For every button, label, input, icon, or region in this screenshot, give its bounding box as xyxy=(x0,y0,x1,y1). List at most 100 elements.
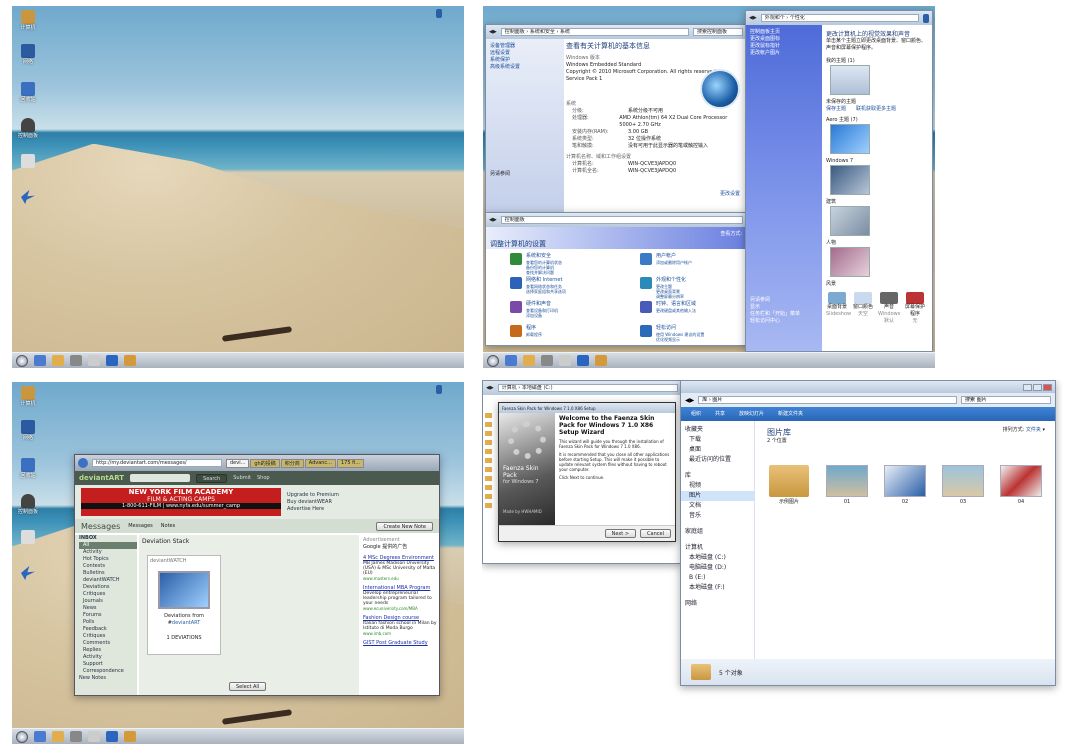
folder-icon[interactable] xyxy=(52,731,64,742)
text-ad[interactable]: Fashion Design course Italian fashion sch… xyxy=(363,615,437,636)
back-icon[interactable]: ◀▶ xyxy=(685,397,694,404)
theme-thumb-unsaved[interactable] xyxy=(830,65,870,95)
control-panel-category[interactable]: 时钟、语言和区域 更改键盘或其他输入法 xyxy=(640,301,746,325)
desktop-icon-recycle[interactable]: 控制面板 xyxy=(18,494,38,515)
desktop-icon-computer[interactable]: 网络 xyxy=(18,420,38,441)
desktop-icon-recycle[interactable]: 控制面板 xyxy=(18,118,38,139)
url-input[interactable]: http://my.deviantart.com/messages/ xyxy=(92,459,222,467)
maximize-button[interactable] xyxy=(1033,383,1042,391)
folder-item[interactable]: Hot Topics xyxy=(79,556,137,563)
see-also-link[interactable]: 任务栏和「开始」菜单 xyxy=(750,311,818,318)
folder-item[interactable]: Correspondence xyxy=(79,668,137,675)
category-links[interactable]: 更改主题 更改桌面背景 调整屏幕分辨率 xyxy=(656,284,686,299)
tab-messages[interactable]: Messages xyxy=(128,523,153,530)
image-item[interactable]: 02 xyxy=(883,465,927,506)
side-link[interactable]: 更改鼠标指针 xyxy=(750,43,818,50)
nav-item[interactable]: 视频 xyxy=(681,481,754,491)
nav-item[interactable]: 电脑磁盘 (D:) xyxy=(681,563,754,573)
nav-item[interactable]: 图片 xyxy=(681,491,754,501)
sound-icon[interactable] xyxy=(880,292,898,304)
folder-item[interactable]: News xyxy=(79,605,137,612)
address-bar[interactable]: 控制面板 › 系统和安全 › 系统 xyxy=(500,28,689,36)
control-panel-category[interactable]: 系统和安全 查看您的计算机状态 备份您的计算机 查找并解决问题 xyxy=(510,253,620,277)
address-bar[interactable]: 控制面板 xyxy=(500,216,743,224)
bird-icon[interactable] xyxy=(577,355,589,366)
control-panel-category[interactable]: 程序 卸载程序 xyxy=(510,325,620,345)
folder-item[interactable]: Activity xyxy=(79,549,137,556)
nav-shop[interactable]: Shop xyxy=(257,475,270,482)
category-title[interactable]: 外观和个性化 xyxy=(656,277,686,284)
notification-badge[interactable] xyxy=(923,13,929,23)
screensaver-icon[interactable] xyxy=(906,292,924,304)
media-icon[interactable] xyxy=(70,731,82,742)
tab-notes[interactable]: Notes xyxy=(161,523,175,530)
back-icon[interactable] xyxy=(78,458,88,468)
bird-icon[interactable] xyxy=(106,355,118,366)
category-links[interactable]: 添加或删除用户帐户 xyxy=(656,260,692,265)
image-item[interactable]: 03 xyxy=(941,465,985,506)
control-panel-category[interactable]: 外观和个性化 更改主题 更改桌面背景 调整屏幕分辨率 xyxy=(640,277,746,301)
category-title[interactable]: 网络和 Internet xyxy=(526,277,566,284)
image-item[interactable]: 01 xyxy=(825,465,869,506)
theme-thumb[interactable] xyxy=(830,206,870,236)
online-themes-link[interactable]: 联机获取更多主题 xyxy=(856,106,896,113)
organize-button[interactable]: 组织 xyxy=(691,411,701,418)
new-notes[interactable]: New Notes xyxy=(75,675,137,682)
nav-item[interactable]: 音乐 xyxy=(681,511,754,521)
search-input[interactable] xyxy=(130,474,191,482)
desktop-icon-folder[interactable]: 计算机 xyxy=(18,386,38,407)
folder-icon[interactable] xyxy=(52,355,64,366)
desktop-icon-network[interactable]: 回收站 xyxy=(18,82,38,103)
category-links[interactable]: 更改键盘或其他输入法 xyxy=(656,308,696,313)
category-links[interactable]: 卸载程序 xyxy=(526,332,542,337)
nav-item[interactable]: 下载 xyxy=(681,435,754,445)
favorites-node[interactable]: 收藏夹 xyxy=(681,425,754,435)
search-input[interactable]: 搜索控制面板 xyxy=(693,28,743,36)
back-icon[interactable]: ◀▶ xyxy=(489,29,497,35)
folder-item[interactable]: Comments xyxy=(79,640,137,647)
address-bar[interactable]: 库 › 图片 xyxy=(698,396,957,404)
folder-item[interactable]: deviantWATCH xyxy=(79,577,137,584)
control-panel-category[interactable]: 用户帐户 添加或删除用户帐户 xyxy=(640,253,746,277)
select-all-button[interactable]: Select All xyxy=(229,682,267,691)
bird-icon[interactable] xyxy=(106,731,118,742)
folder-item[interactable]: 示例图片 xyxy=(767,465,811,506)
folder-item[interactable]: Activity xyxy=(79,654,137,661)
nav-submit[interactable]: Submit xyxy=(233,475,251,482)
folder-item[interactable]: Support xyxy=(79,661,137,668)
folder-item[interactable]: Replies xyxy=(79,647,137,654)
folder-item[interactable]: Feedback xyxy=(79,626,137,633)
nav-item[interactable]: 文档 xyxy=(681,501,754,511)
new-folder-button[interactable]: 新建文件夹 xyxy=(778,411,803,418)
text-ad[interactable]: International MBA Program Develop entrepr… xyxy=(363,585,437,611)
image-item[interactable]: 04 xyxy=(999,465,1043,506)
paw-icon[interactable] xyxy=(124,355,136,366)
paw-icon[interactable] xyxy=(595,355,607,366)
desktop-icon-control[interactable] xyxy=(18,530,38,544)
minimize-button[interactable] xyxy=(1023,383,1032,391)
side-link[interactable]: 更改桌面图标 xyxy=(750,36,818,43)
ad-banner[interactable]: NEW YORK FILM ACADEMY FILM & ACTING CAMP… xyxy=(81,488,281,516)
folder-item[interactable]: Forums xyxy=(79,612,137,619)
back-icon[interactable]: ◀▶ xyxy=(486,385,494,391)
notification-badge[interactable] xyxy=(436,9,442,18)
folder-item[interactable]: Critiques xyxy=(79,591,137,598)
nav-item[interactable]: 最近访问的位置 xyxy=(681,455,754,465)
folder-item[interactable]: Bulletins xyxy=(79,570,137,577)
deviation-thumb[interactable] xyxy=(158,571,210,609)
nav-item[interactable]: 桌面 xyxy=(681,445,754,455)
side-link[interactable]: 远程设置 xyxy=(490,50,560,57)
control-panel-category[interactable]: 硬件和声音 查看设备和打印机 添加设备 xyxy=(510,301,620,325)
browser-tab[interactable]: devi... xyxy=(226,458,250,468)
category-title[interactable]: 系统和安全 xyxy=(526,253,562,260)
computer-node[interactable]: 计算机 xyxy=(681,543,754,553)
category-links[interactable]: 使用 Windows 建议的设置 优化视频显示 xyxy=(656,332,704,342)
back-icon[interactable]: ◀▶ xyxy=(489,217,497,223)
folder-item[interactable]: Polls xyxy=(79,619,137,626)
slideshow-button[interactable]: 放映幻灯片 xyxy=(739,411,764,418)
explorer-icon[interactable] xyxy=(34,355,46,366)
explorer-icon[interactable] xyxy=(34,731,46,742)
save-theme-link[interactable]: 保存主题 xyxy=(826,106,846,113)
arrange-by[interactable]: 排列方式: 文件夹 ▾ xyxy=(1003,427,1045,434)
side-link[interactable]: 设备管理器 xyxy=(490,43,560,50)
